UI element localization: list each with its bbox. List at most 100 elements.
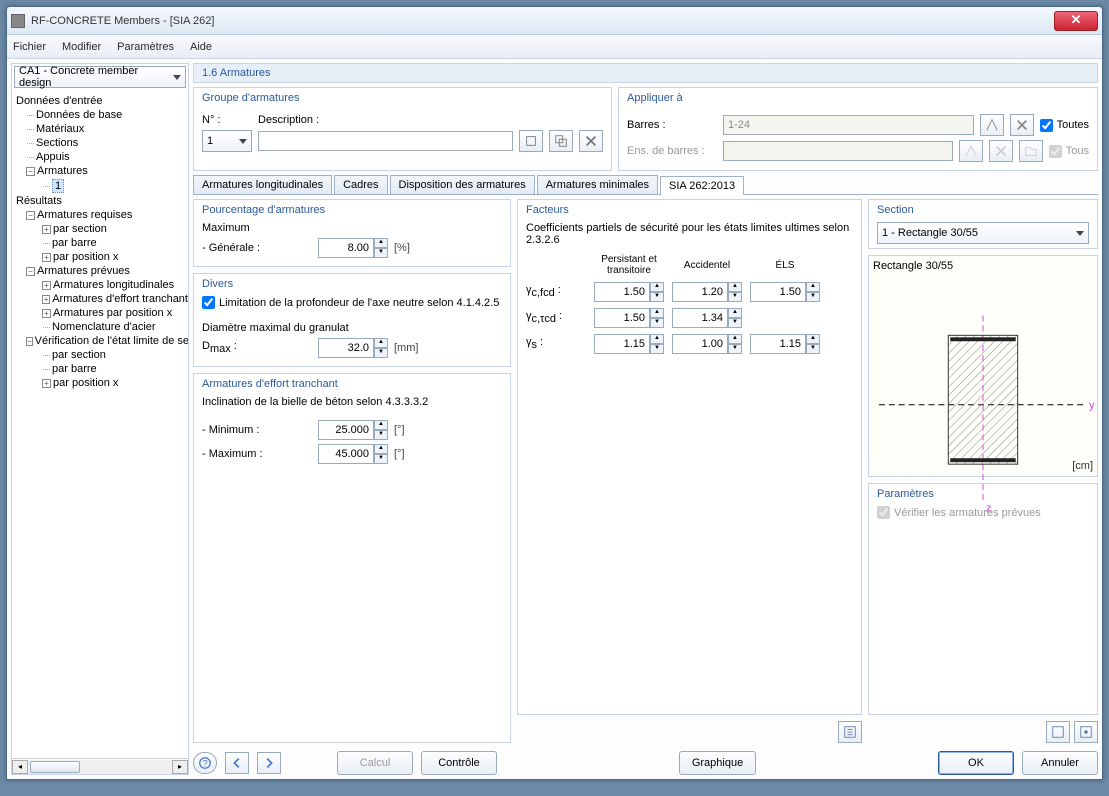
scroll-thumb[interactable] (30, 761, 80, 773)
plus-icon[interactable]: + (42, 253, 51, 262)
copy-group-button[interactable] (549, 130, 573, 152)
controle-button[interactable]: Contrôle (421, 751, 497, 775)
default-values-button[interactable] (838, 721, 862, 743)
scroll-track[interactable] (28, 760, 172, 774)
up-icon[interactable]: ▲ (374, 338, 388, 348)
help-button[interactable]: ? (193, 752, 217, 774)
ok-button[interactable]: OK (938, 751, 1014, 775)
section-info-button[interactable] (1046, 721, 1070, 743)
tree-prev-effort[interactable]: +Armatures d'effort tranchant (12, 292, 188, 306)
scroll-right-icon[interactable]: ▸ (172, 760, 188, 774)
tab-cadres[interactable]: Cadres (334, 175, 387, 194)
tree-appuis[interactable]: ····Appuis (12, 150, 188, 164)
graphique-button[interactable]: Graphique (679, 751, 756, 775)
section-edit-button[interactable] (1074, 721, 1098, 743)
minus-icon[interactable]: − (26, 211, 35, 220)
tree-req-section[interactable]: +par section (12, 222, 188, 236)
gctcd-pt-spinner[interactable]: ▲▼ (594, 308, 664, 328)
minus-icon[interactable]: − (26, 267, 35, 276)
section-combo[interactable]: 1 - Rectangle 30/55 (877, 222, 1089, 244)
tree-verif[interactable]: −Vérification de l'état limite de se (12, 334, 188, 348)
calcul-button[interactable]: Calcul (337, 751, 413, 775)
prev-button[interactable] (225, 752, 249, 774)
gs-acc-spinner[interactable]: ▲▼ (672, 334, 742, 354)
generale-spinner[interactable]: ▲▼ (318, 238, 388, 258)
scroll-left-icon[interactable]: ◂ (12, 760, 28, 774)
dmax-spinner[interactable]: ▲▼ (318, 338, 388, 358)
up-icon[interactable]: ▲ (374, 444, 388, 454)
close-button[interactable]: ✕ (1054, 11, 1098, 31)
limit-checkbox[interactable]: Limitation de la profondeur de l'axe neu… (202, 296, 499, 309)
minus-icon[interactable]: − (26, 337, 33, 346)
gcfcd-pt-spinner[interactable]: ▲▼ (594, 282, 664, 302)
next-button[interactable] (257, 752, 281, 774)
menu-help[interactable]: Aide (190, 41, 212, 53)
plus-icon[interactable]: + (42, 281, 51, 290)
group-facteurs: Facteurs Coefficients partiels de sécuri… (517, 199, 862, 715)
tab-sia262[interactable]: SIA 262:2013 (660, 176, 744, 195)
effort-max-spinner[interactable]: ▲▼ (318, 444, 388, 464)
desc-input[interactable] (258, 131, 513, 151)
up-icon[interactable]: ▲ (374, 238, 388, 248)
col-left: Pourcentage d'armatures Maximum - Généra… (193, 199, 511, 743)
tree-arm-req[interactable]: −Armatures requises (12, 208, 188, 222)
tree-prev-posx[interactable]: +Armatures par position x (12, 306, 188, 320)
tree-sections[interactable]: ····Sections (12, 136, 188, 150)
tree-prev-nomen[interactable]: ····Nomenclature d'acier (12, 320, 188, 334)
window-title: RF-CONCRETE Members - [SIA 262] (31, 15, 1054, 27)
plus-icon[interactable]: + (42, 225, 51, 234)
tree-resultats[interactable]: Résultats (12, 194, 188, 208)
gcfcd-els-spinner[interactable]: ▲▼ (750, 282, 820, 302)
menu-edit[interactable]: Modifier (62, 41, 101, 53)
delete-group-button[interactable] (579, 130, 603, 152)
incl-label: Inclination de la bielle de béton selon … (202, 396, 502, 408)
case-combo[interactable]: CA1 - Concrete member design (14, 66, 186, 88)
plus-icon[interactable]: + (42, 295, 50, 304)
folder-ens-button[interactable] (1019, 140, 1043, 162)
group-armatures: Groupe d'armatures N° : Description : 1 (193, 87, 612, 171)
menu-params[interactable]: Paramètres (117, 41, 174, 53)
col-right: Section 1 - Rectangle 30/55 Rectangle 30… (868, 199, 1098, 743)
down-icon[interactable]: ▼ (374, 430, 388, 440)
tree-donnees-entree[interactable]: Données d'entrée (12, 94, 188, 108)
effort-title: Armatures d'effort tranchant (202, 376, 502, 396)
down-icon[interactable]: ▼ (374, 348, 388, 358)
gs-pt-spinner[interactable]: ▲▼ (594, 334, 664, 354)
pick-barres-button[interactable] (980, 114, 1004, 136)
tree-materiaux[interactable]: ····Matériaux (12, 122, 188, 136)
gcfcd-acc-spinner[interactable]: ▲▼ (672, 282, 742, 302)
plus-icon[interactable]: + (42, 379, 51, 388)
tab-minimales[interactable]: Armatures minimales (537, 175, 658, 194)
gs-els-spinner[interactable]: ▲▼ (750, 334, 820, 354)
tab-disposition[interactable]: Disposition des armatures (390, 175, 535, 194)
tree-armatures-1[interactable]: ····1 (12, 178, 188, 194)
plus-icon[interactable]: + (42, 309, 51, 318)
tree-prev-long[interactable]: +Armatures longitudinales (12, 278, 188, 292)
tree-donnees-base[interactable]: ····Données de base (12, 108, 188, 122)
tous-checkbox[interactable]: Tous (1049, 145, 1089, 158)
tab-longitudinales[interactable]: Armatures longitudinales (193, 175, 332, 194)
tree-verif-barre[interactable]: ····par barre (12, 362, 188, 376)
no-combo[interactable]: 1 (202, 130, 252, 152)
down-icon[interactable]: ▼ (374, 454, 388, 464)
tree-arm-prev[interactable]: −Armatures prévues (12, 264, 188, 278)
sidebar-hscroll[interactable]: ◂ ▸ (12, 758, 188, 774)
tree-req-posx[interactable]: +par position x (12, 250, 188, 264)
down-icon[interactable]: ▼ (374, 248, 388, 258)
tree-armatures[interactable]: −Armatures (12, 164, 188, 178)
minus-icon[interactable]: − (26, 167, 35, 176)
tree-verif-section[interactable]: ····par section (12, 348, 188, 362)
menu-file[interactable]: Fichier (13, 41, 46, 53)
pick-ens-button[interactable] (959, 140, 983, 162)
toutes-checkbox[interactable]: Toutes (1040, 119, 1089, 132)
annuler-button[interactable]: Annuler (1022, 751, 1098, 775)
nav-tree[interactable]: Données d'entrée ····Données de base ···… (12, 90, 188, 758)
effort-min-spinner[interactable]: ▲▼ (318, 420, 388, 440)
clear-ens-button[interactable] (989, 140, 1013, 162)
up-icon[interactable]: ▲ (374, 420, 388, 430)
clear-barres-button[interactable] (1010, 114, 1034, 136)
gctcd-acc-spinner[interactable]: ▲▼ (672, 308, 742, 328)
tree-req-barre[interactable]: ····par barre (12, 236, 188, 250)
new-group-button[interactable] (519, 130, 543, 152)
tree-verif-posx[interactable]: +par position x (12, 376, 188, 390)
